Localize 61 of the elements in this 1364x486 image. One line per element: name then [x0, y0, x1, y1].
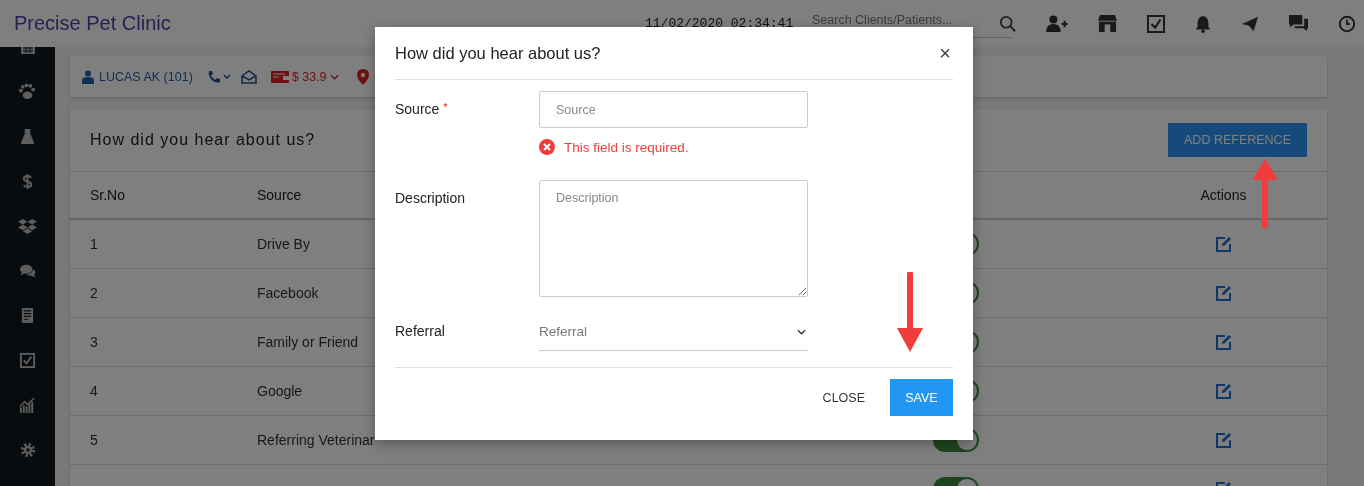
app-title: Precise Pet Clinic	[14, 12, 172, 35]
flask-icon[interactable]	[20, 128, 35, 145]
table-cell: Google	[257, 383, 303, 399]
edit-icon[interactable]	[1215, 334, 1232, 350]
table-cell: Referring Veterinar	[257, 432, 375, 448]
map-pin-icon[interactable]	[356, 68, 369, 85]
panel-title: How did you hear about us?	[90, 131, 316, 149]
table-cell: 2	[90, 285, 98, 301]
bell-icon[interactable]	[1194, 14, 1212, 33]
table-cell: Facebook	[257, 285, 319, 301]
chat-icon[interactable]	[1288, 14, 1309, 33]
column-header: Actions	[1200, 187, 1247, 203]
save-button[interactable]: SAVE	[890, 379, 953, 416]
edit-icon[interactable]	[1215, 236, 1232, 252]
error-icon	[539, 139, 555, 155]
annotation-arrow	[1250, 158, 1280, 228]
table-cell: 1	[90, 236, 98, 252]
error-message: This field is required.	[564, 139, 689, 155]
receipt-icon[interactable]	[21, 307, 34, 324]
clock-icon[interactable]	[1338, 14, 1356, 33]
table-cell: 4	[90, 383, 98, 399]
checkbox-icon[interactable]	[19, 352, 36, 369]
edit-icon[interactable]	[1215, 285, 1232, 301]
add-user-icon[interactable]	[1046, 14, 1068, 33]
edit-icon[interactable]	[1215, 383, 1232, 399]
caret-icon	[797, 328, 806, 335]
field-label: Description	[395, 189, 467, 208]
add-reference-button[interactable]: ADD REFERENCE	[1168, 123, 1307, 157]
field-label: Source *	[395, 100, 449, 119]
settings-icon[interactable]	[19, 442, 36, 458]
client-name[interactable]: LUCAS AK (101)	[99, 69, 193, 84]
caret-icon[interactable]	[329, 73, 339, 80]
dialog-title: How did you hear about us?	[395, 43, 601, 63]
close-button[interactable]: ×	[937, 43, 953, 63]
edit-icon[interactable]	[1215, 432, 1232, 448]
table-cell: Family or Friend	[257, 334, 359, 350]
table-cell: 3	[90, 334, 98, 350]
referral-dropdown[interactable]: Referral	[539, 313, 808, 351]
source-field[interactable]: Source	[539, 91, 808, 128]
table-cell: Drive By	[257, 236, 310, 252]
boxes-icon[interactable]	[18, 218, 37, 235]
envelope-icon[interactable]	[240, 69, 257, 84]
comments-icon[interactable]	[18, 263, 37, 279]
balance-amount[interactable]: $ 33.9	[291, 69, 327, 84]
phone-icon[interactable]	[206, 69, 231, 84]
user-icon	[82, 69, 94, 84]
table-cell: 5	[90, 432, 98, 448]
wallet-icon	[270, 69, 289, 84]
close-button[interactable]: CLOSE	[822, 379, 865, 416]
chart-icon[interactable]	[19, 397, 36, 414]
date-time: 11/02/2020 02:34:41	[645, 16, 795, 31]
store-icon[interactable]	[1097, 14, 1118, 33]
send-icon[interactable]	[1241, 14, 1259, 33]
column-header: Source	[257, 187, 302, 203]
search-icon[interactable]	[999, 14, 1017, 33]
field-label: Referral	[395, 322, 446, 341]
column-header: Sr.No	[90, 187, 125, 203]
description-field[interactable]: Description	[539, 180, 808, 297]
checkbox-icon[interactable]	[1147, 14, 1165, 33]
dollar-icon[interactable]	[22, 173, 33, 190]
paw-icon[interactable]	[19, 83, 36, 100]
